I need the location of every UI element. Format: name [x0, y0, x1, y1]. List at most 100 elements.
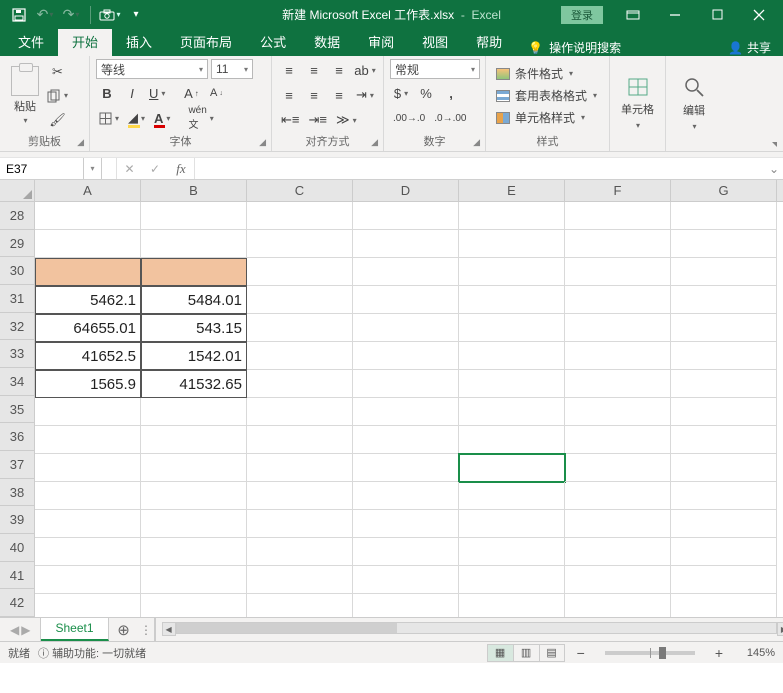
cell[interactable] [459, 566, 565, 594]
dialog-launcher-icon[interactable]: ◢ [371, 137, 378, 148]
cell[interactable] [247, 342, 353, 370]
cell[interactable]: 41532.65 [141, 370, 247, 398]
decrease-font-button[interactable]: A↓ [205, 82, 227, 104]
row-header[interactable]: 32 [0, 313, 35, 341]
cell[interactable] [247, 370, 353, 398]
comma-button[interactable]: , [440, 82, 462, 104]
tab-file[interactable]: 文件 [4, 27, 58, 56]
cell[interactable] [353, 454, 459, 482]
cell[interactable] [35, 202, 141, 230]
conditional-format-button[interactable]: 条件格式▾ [492, 64, 601, 83]
view-page-layout-button[interactable]: ▥ [513, 644, 539, 662]
view-normal-button[interactable]: ▦ [487, 644, 513, 662]
cell[interactable] [35, 594, 141, 617]
row-header[interactable]: 36 [0, 423, 35, 451]
accessibility-status[interactable]: ⓘ 辅助功能: 一切就绪 [38, 645, 146, 661]
dialog-launcher-icon[interactable]: ◢ [473, 137, 480, 148]
cell[interactable] [141, 258, 247, 286]
cell[interactable] [247, 202, 353, 230]
scroll-right-icon[interactable]: ▶ [777, 622, 783, 636]
add-sheet-button[interactable]: ⊕ [109, 618, 139, 641]
cell[interactable] [353, 230, 459, 258]
insert-function-button[interactable]: fx [168, 158, 194, 179]
cell[interactable] [141, 594, 247, 617]
currency-button[interactable]: $▾ [390, 82, 412, 104]
cell[interactable] [141, 538, 247, 566]
cell[interactable] [671, 286, 777, 314]
cells-button[interactable]: 单元格 ▾ [616, 75, 659, 132]
cell[interactable] [141, 230, 247, 258]
cancel-formula-button[interactable]: ✕ [116, 158, 142, 179]
cell[interactable] [247, 314, 353, 342]
increase-font-button[interactable]: A↑ [180, 82, 202, 104]
cell[interactable] [247, 454, 353, 482]
cell[interactable] [565, 258, 671, 286]
edit-button[interactable]: 编辑 ▾ [672, 74, 716, 133]
cell[interactable]: 5462.1 [35, 286, 141, 314]
cell[interactable] [141, 454, 247, 482]
italic-button[interactable]: I [121, 82, 143, 104]
format-table-button[interactable]: 套用表格格式▾ [492, 86, 601, 105]
cell[interactable] [565, 454, 671, 482]
cell[interactable] [247, 482, 353, 510]
percent-button[interactable]: % [415, 82, 437, 104]
bold-button[interactable]: B [96, 82, 118, 104]
cell[interactable] [35, 230, 141, 258]
cell[interactable] [671, 398, 777, 426]
cell[interactable] [459, 286, 565, 314]
cell[interactable] [565, 230, 671, 258]
cell[interactable] [459, 314, 565, 342]
cell[interactable]: 64655.01 [35, 314, 141, 342]
dialog-launcher-icon[interactable]: ◢ [77, 137, 84, 148]
cell[interactable] [247, 566, 353, 594]
column-header[interactable]: C [247, 180, 353, 201]
zoom-slider[interactable] [605, 651, 695, 655]
cell[interactable] [35, 538, 141, 566]
cell[interactable] [353, 510, 459, 538]
cell[interactable] [565, 342, 671, 370]
cell[interactable] [35, 426, 141, 454]
name-box-dropdown[interactable]: ▾ [84, 158, 102, 179]
row-header[interactable]: 35 [0, 396, 35, 424]
cell[interactable] [141, 398, 247, 426]
sheet-spacer-grip[interactable]: ⋮ [139, 618, 155, 641]
cell[interactable] [141, 426, 247, 454]
cell[interactable] [671, 314, 777, 342]
cell[interactable] [35, 482, 141, 510]
cell[interactable] [671, 370, 777, 398]
format-painter-button[interactable]: 🖌 [44, 109, 71, 131]
select-all-corner[interactable] [0, 180, 35, 201]
cell[interactable] [459, 594, 565, 617]
cell[interactable] [459, 482, 565, 510]
cell[interactable]: 543.15 [141, 314, 247, 342]
cut-button[interactable]: ✂ [44, 61, 71, 83]
cell[interactable] [459, 538, 565, 566]
cell[interactable] [35, 454, 141, 482]
row-header[interactable]: 30 [0, 257, 35, 285]
sheet-tab[interactable]: Sheet1 [41, 617, 108, 641]
formula-input[interactable] [194, 158, 765, 179]
cell[interactable] [247, 510, 353, 538]
align-center-button[interactable]: ≡ [303, 84, 325, 106]
cell[interactable] [459, 258, 565, 286]
cell[interactable] [671, 454, 777, 482]
tab-layout[interactable]: 页面布局 [166, 27, 246, 56]
cell[interactable] [565, 426, 671, 454]
cell[interactable] [671, 202, 777, 230]
increase-indent-button[interactable]: ⇥≡ [305, 109, 329, 131]
maximize-button[interactable] [697, 1, 737, 29]
undo-icon[interactable]: ↶▾ [34, 4, 56, 26]
column-header[interactable]: A [35, 180, 141, 201]
cell[interactable] [35, 566, 141, 594]
cell[interactable] [459, 510, 565, 538]
zoom-out-button[interactable]: − [573, 645, 589, 661]
tell-me[interactable]: 💡 操作说明搜索 [516, 39, 633, 56]
cell[interactable] [565, 370, 671, 398]
cell[interactable] [247, 230, 353, 258]
cell[interactable] [353, 370, 459, 398]
save-icon[interactable] [8, 4, 30, 26]
align-top-button[interactable]: ≡ [278, 59, 300, 81]
view-page-break-button[interactable]: ▤ [539, 644, 565, 662]
cell[interactable] [671, 510, 777, 538]
name-box[interactable] [0, 158, 84, 179]
